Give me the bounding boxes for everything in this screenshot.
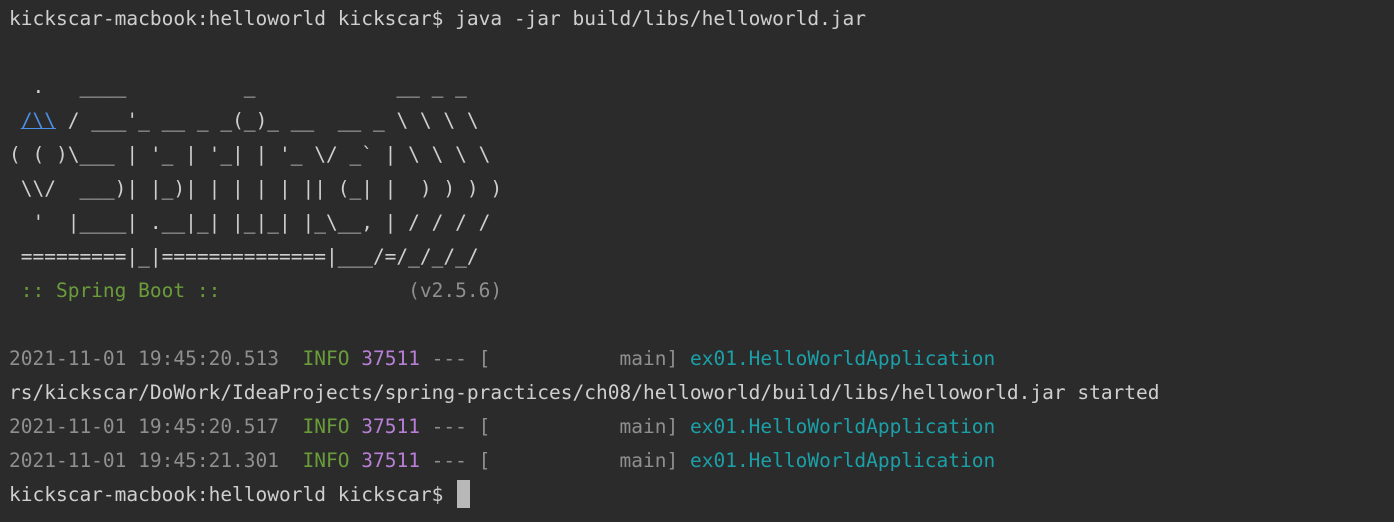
banner-line-6: =========|_|==============|___/=/_/_/_/: [9, 245, 479, 268]
log-timestamp: 2021-11-01 19:45:21.301: [9, 449, 280, 472]
log-timestamp: 2021-11-01 19:45:20.513: [9, 347, 280, 370]
log-line: 2021-11-01 19:45:21.301 INFO 37511 --- […: [9, 444, 1394, 478]
log-separator: --- [: [419, 449, 491, 472]
log-pid: 37511: [361, 415, 420, 438]
log-line: 2021-11-01 19:45:20.517 INFO 37511 --- […: [9, 410, 1394, 444]
log-pid: 37511: [361, 347, 420, 370]
banner-line-3: ( ( )\___ | '_ | '_| | '_ \/ _` | \ \ \ …: [9, 143, 491, 166]
log-separator: --- [: [419, 347, 491, 370]
banner-line-5: ' |____| .__|_| |_|_| |_\__, | / / / /: [9, 211, 491, 234]
log-pid: 37511: [361, 449, 420, 472]
log-timestamp: 2021-11-01 19:45:20.517: [9, 415, 280, 438]
input-line[interactable]: kickscar-macbook:helloworld kickscar$: [9, 478, 1394, 512]
log-level: INFO: [302, 449, 350, 472]
spring-boot-label: :: Spring Boot ::: [9, 279, 221, 302]
prompt: kickscar-macbook:helloworld kickscar$: [9, 7, 444, 30]
banner-line-2-text: / ___'_ __ _ _(_)_ __ __ _ \ \ \ \: [55, 109, 479, 132]
banner-line-4: \\/ ___)| |_)| | | | | || (_| | ) ) ) ): [9, 177, 503, 200]
log-separator: --- [: [419, 415, 491, 438]
banner-line-2: /\\ / ___'_ __ _ _(_)_ __ __ _ \ \ \ \: [9, 104, 1394, 138]
banner-line-1: . ____ _ __ _ _: [9, 75, 467, 98]
log-logger: ex01.HelloWorldApplication: [689, 449, 996, 472]
banner-link[interactable]: /\\: [21, 109, 56, 132]
command-text: java -jar build/libs/helloworld.jar: [443, 7, 867, 30]
final-prompt: kickscar-macbook:helloworld kickscar$: [9, 483, 456, 506]
log-wrapped-line: rs/kickscar/DoWork/IdeaProjects/spring-p…: [9, 381, 1160, 404]
spring-boot-version: (v2.5.6): [220, 279, 503, 302]
log-logger: ex01.HelloWorldApplication: [689, 415, 996, 438]
log-thread: main]: [490, 347, 679, 370]
spring-boot-version-line: :: Spring Boot :: (v2.5.6): [9, 274, 1394, 308]
log-level: INFO: [302, 415, 350, 438]
log-line: 2021-11-01 19:45:20.513 INFO 37511 --- […: [9, 342, 1394, 376]
log-level: INFO: [302, 347, 350, 370]
text-cursor[interactable]: [457, 480, 471, 508]
log-thread: main]: [490, 449, 679, 472]
log-thread: main]: [490, 415, 679, 438]
command-line: kickscar-macbook:helloworld kickscar$ ja…: [9, 2, 1394, 36]
log-logger: ex01.HelloWorldApplication: [689, 347, 996, 370]
terminal-window[interactable]: kickscar-macbook:helloworld kickscar$ ja…: [0, 0, 1394, 522]
